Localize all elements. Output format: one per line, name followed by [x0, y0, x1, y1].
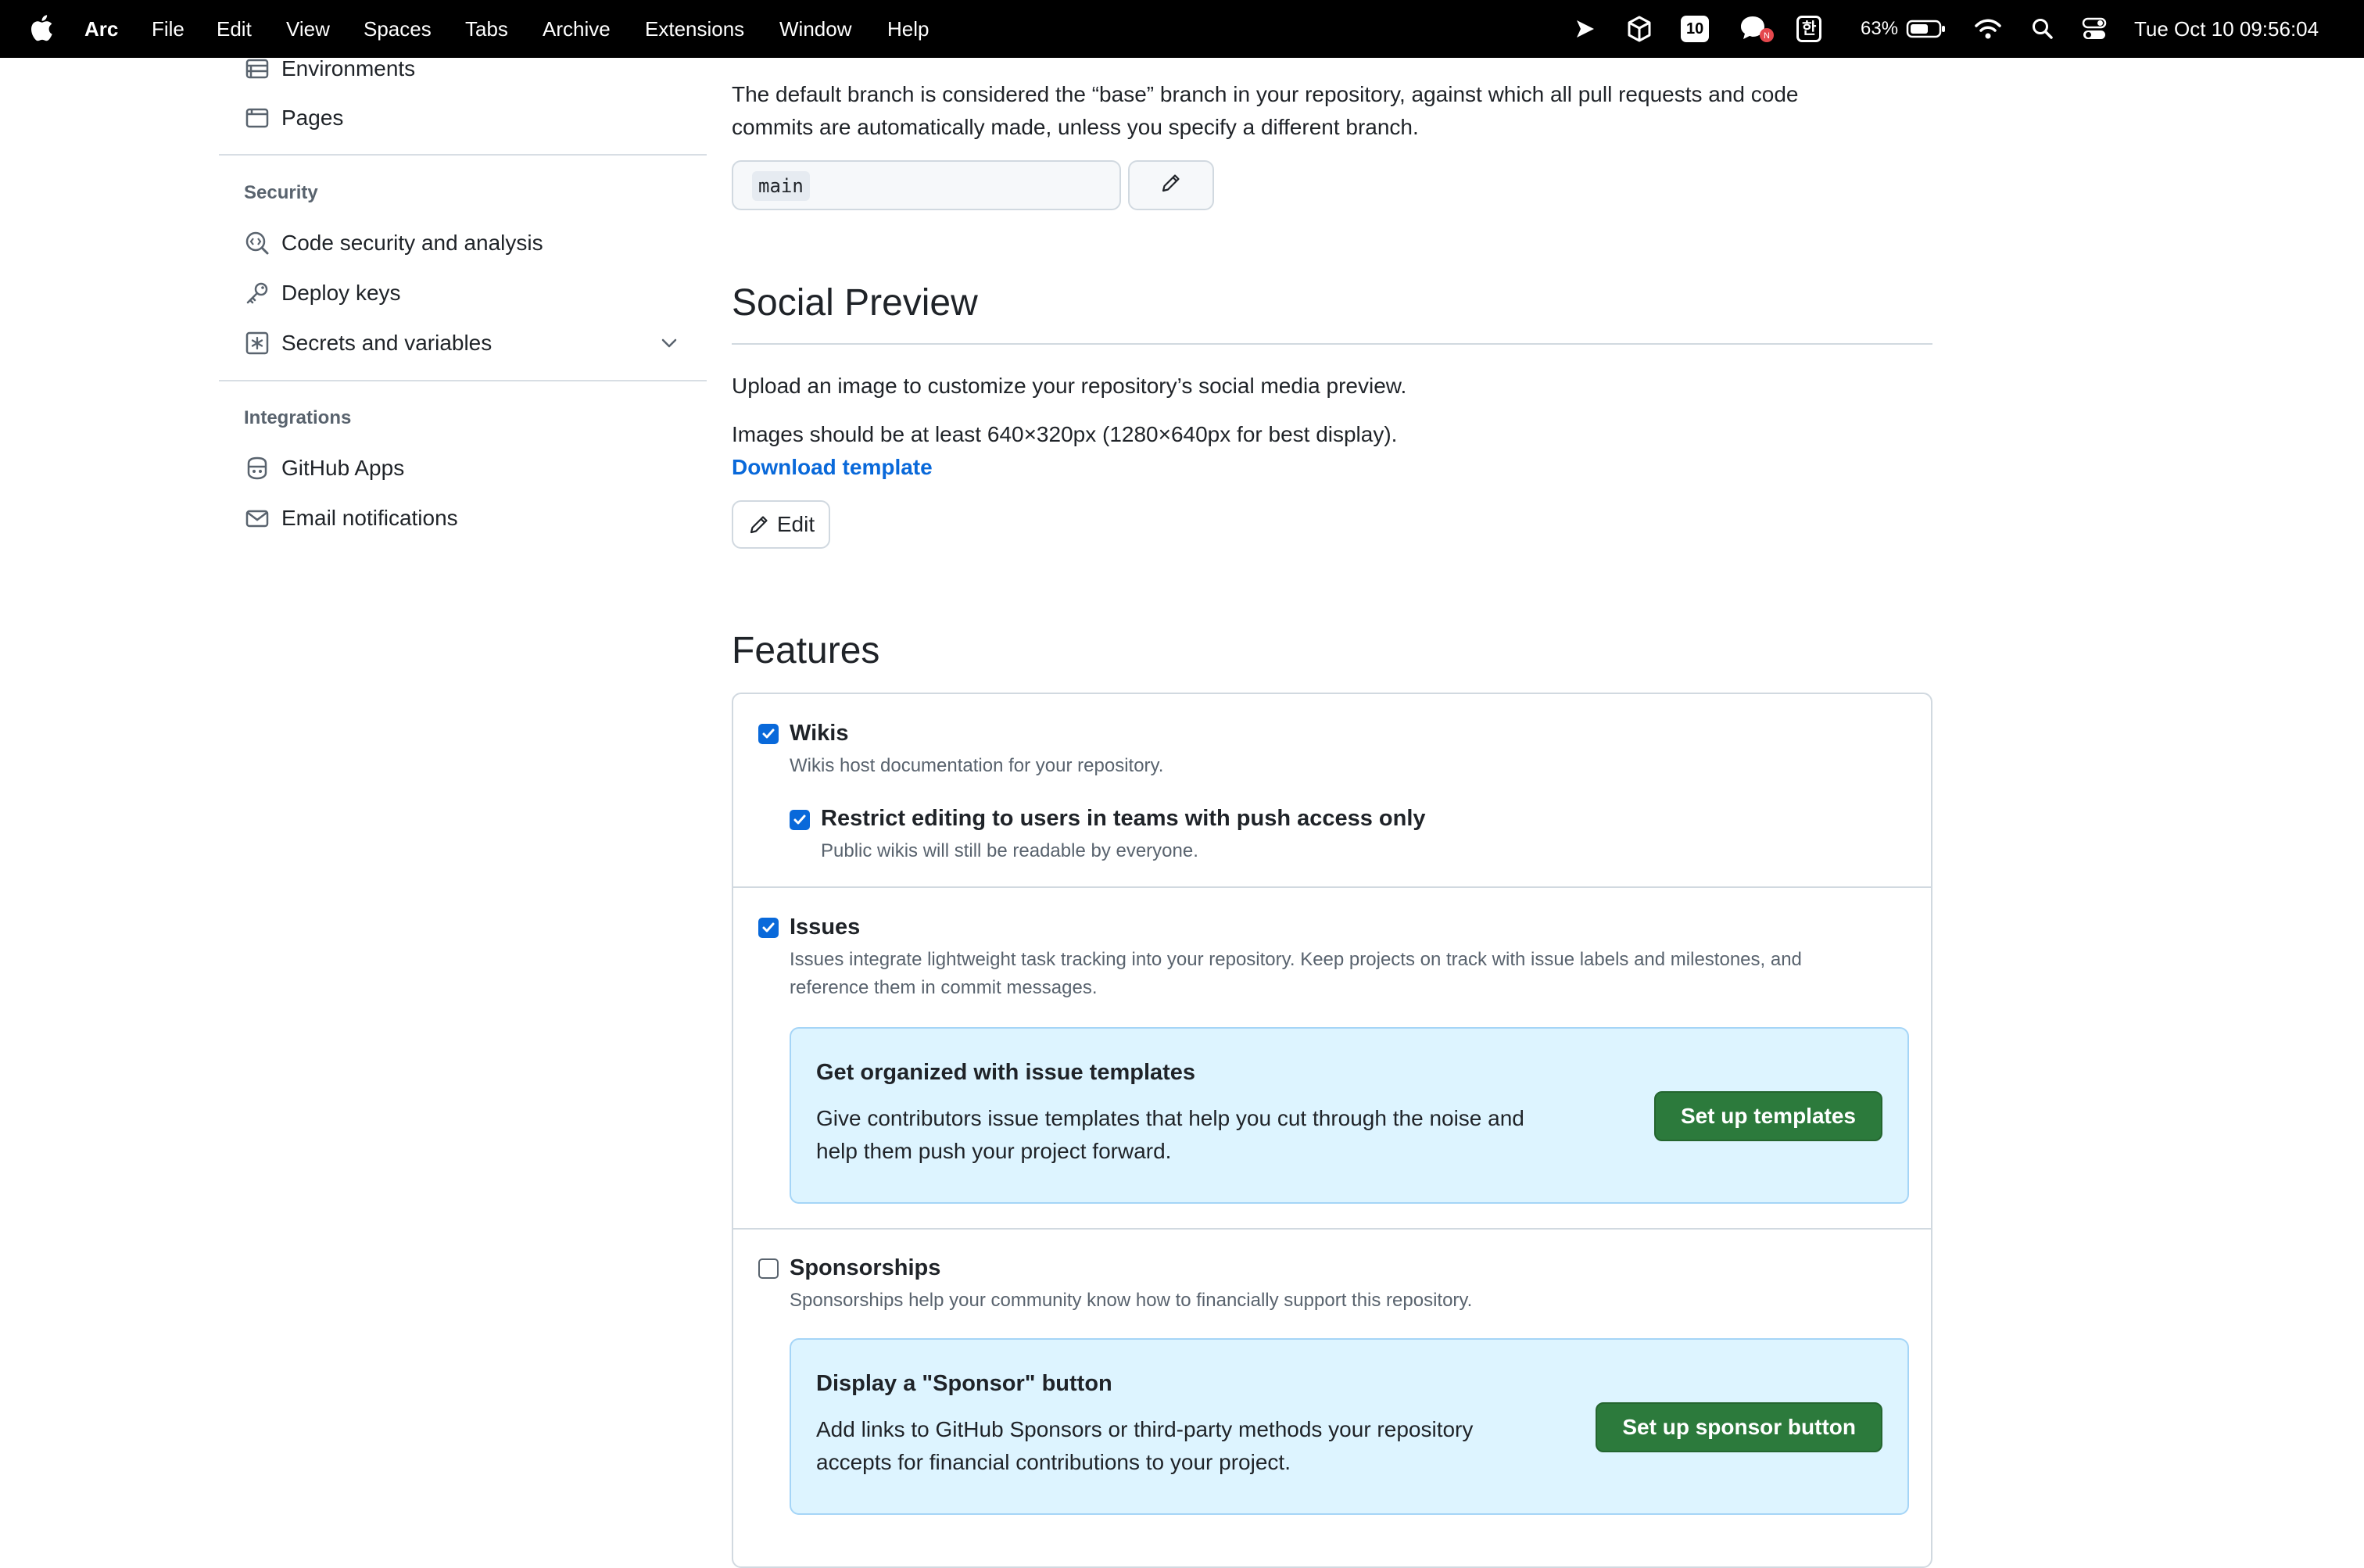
menu-extensions[interactable]: Extensions: [645, 0, 744, 58]
restrict-editing-checkbox[interactable]: [790, 810, 810, 830]
sponsor-button-description: Add links to GitHub Sponsors or third-pa…: [816, 1417, 1474, 1474]
set-up-sponsor-button[interactable]: Set up sponsor button: [1596, 1402, 1882, 1452]
rename-branch-button[interactable]: [1128, 160, 1214, 210]
sidebar-item-environments[interactable]: Environments: [244, 50, 415, 88]
menu-file[interactable]: File: [152, 0, 184, 58]
browser-icon: [244, 105, 270, 131]
set-up-templates-button[interactable]: Set up templates: [1653, 1091, 1882, 1141]
chat-notification-icon[interactable]: N: [1737, 13, 1776, 45]
edit-button-label: Edit: [776, 512, 815, 536]
apple-icon[interactable]: [30, 13, 53, 44]
wikis-checkbox[interactable]: [758, 724, 779, 744]
server-icon: [244, 55, 270, 82]
wikis-description: Wikis host documentation for your reposi…: [790, 755, 1164, 776]
menu-tabs[interactable]: Tabs: [465, 0, 508, 58]
issues-checkbox[interactable]: [758, 918, 779, 938]
default-branch-field: main: [732, 160, 1121, 210]
menu-bar: Arc File Edit View Spaces Tabs Archive E…: [0, 0, 2364, 58]
download-template-link[interactable]: Download template: [732, 451, 933, 484]
control-center-icon[interactable]: [2081, 13, 2108, 45]
battery-percent: 63%: [1861, 18, 1899, 39]
cube-icon[interactable]: [1625, 13, 1653, 45]
sidebar-item-label: Secrets and variables: [281, 331, 492, 355]
features-panel: Wikis Wikis host documentation for your …: [732, 693, 1932, 1568]
social-preview-size-text: Images should be at least 640×320px (128…: [732, 422, 1398, 446]
issue-templates-callout: Get organized with issue templates Give …: [790, 1027, 1909, 1204]
default-branch-description: The default branch is considered the “ba…: [732, 82, 1799, 106]
pencil-icon: [1159, 171, 1183, 200]
sidebar-item-label: Deploy keys: [281, 281, 401, 305]
menu-window[interactable]: Window: [779, 0, 851, 58]
sidebar-item-secrets-and-variables[interactable]: Secrets and variables: [244, 324, 682, 362]
asterisk-box-icon: [244, 330, 270, 356]
sidebar-item-label: Email notifications: [281, 506, 458, 530]
pencil-icon: [747, 513, 771, 536]
social-preview-heading: Social Preview: [732, 282, 978, 324]
sidebar-item-label: GitHub Apps: [281, 456, 405, 480]
sidebar-item-deploy-keys[interactable]: Deploy keys: [244, 274, 401, 312]
calendar-badge-icon[interactable]: 10: [1681, 13, 1710, 45]
menu-spaces[interactable]: Spaces: [364, 0, 432, 58]
sidebar-divider: [219, 380, 707, 381]
social-preview-upload-text: Upload an image to customize your reposi…: [732, 374, 1407, 398]
issues-description: Issues integrate lightweight task tracki…: [790, 949, 1802, 970]
issue-templates-description: Give contributors issue templates that h…: [816, 1106, 1524, 1163]
play-arrow-icon[interactable]: [1573, 13, 1596, 45]
issues-description-cont: reference them in commit messages.: [790, 977, 1098, 998]
features-heading: Features: [732, 630, 880, 671]
menu-edit[interactable]: Edit: [217, 0, 252, 58]
restrict-editing-label[interactable]: Restrict editing to users in teams with …: [821, 806, 1426, 832]
issue-templates-title: Get organized with issue templates: [816, 1060, 1196, 1085]
section-divider: [732, 343, 1932, 345]
sidebar-heading-integrations: Integrations: [244, 407, 352, 428]
sidebar-heading-security: Security: [244, 182, 318, 203]
sidebar-item-label: Environments: [281, 56, 416, 81]
copilot-apps-icon: [244, 455, 270, 481]
menu-archive[interactable]: Archive: [543, 0, 611, 58]
sidebar-item-label: Pages: [281, 106, 344, 130]
sidebar-item-code-security[interactable]: Code security and analysis: [244, 224, 543, 262]
korean-input-icon[interactable]: 한: [1796, 13, 1822, 45]
battery-icon[interactable]: [1905, 13, 1947, 45]
sponsor-button-title: Display a "Sponsor" button: [816, 1371, 1112, 1396]
feature-divider: [733, 886, 1931, 888]
sidebar-divider: [219, 154, 707, 156]
default-branch-description-cont: commits are automatically made, unless y…: [732, 115, 1419, 139]
wikis-label[interactable]: Wikis: [790, 721, 849, 746]
sponsorships-label[interactable]: Sponsorships: [790, 1255, 940, 1281]
sponsorships-description: Sponsorships help your community know ho…: [790, 1290, 1473, 1311]
sidebar-item-pages[interactable]: Pages: [244, 99, 343, 137]
menu-app-arc[interactable]: Arc: [84, 0, 118, 58]
menu-view[interactable]: View: [286, 0, 330, 58]
sponsorships-checkbox[interactable]: [758, 1258, 779, 1279]
clock[interactable]: Tue Oct 10 09:56:04: [2134, 0, 2319, 58]
search-icon[interactable]: [2030, 13, 2055, 45]
edit-social-preview-button[interactable]: Edit: [732, 500, 830, 549]
menu-help[interactable]: Help: [887, 0, 929, 58]
korean-input-label: 한: [1796, 16, 1822, 42]
chevron-down-icon[interactable]: [657, 331, 682, 361]
default-branch-name: main: [752, 171, 810, 201]
issues-label[interactable]: Issues: [790, 915, 860, 940]
mail-icon: [244, 505, 270, 532]
svg-text:N: N: [1764, 31, 1770, 41]
feature-divider: [733, 1228, 1931, 1230]
wifi-icon[interactable]: [1974, 13, 2002, 45]
sidebar-item-github-apps[interactable]: GitHub Apps: [244, 449, 404, 487]
restrict-editing-description: Public wikis will still be readable by e…: [821, 840, 1198, 861]
sidebar-item-label: Code security and analysis: [281, 231, 543, 255]
calendar-badge-number: 10: [1681, 16, 1710, 42]
key-icon: [244, 280, 270, 306]
codescan-icon: [244, 230, 270, 256]
sidebar-item-email-notifications[interactable]: Email notifications: [244, 499, 458, 537]
sponsor-button-callout: Display a "Sponsor" button Add links to …: [790, 1338, 1909, 1515]
